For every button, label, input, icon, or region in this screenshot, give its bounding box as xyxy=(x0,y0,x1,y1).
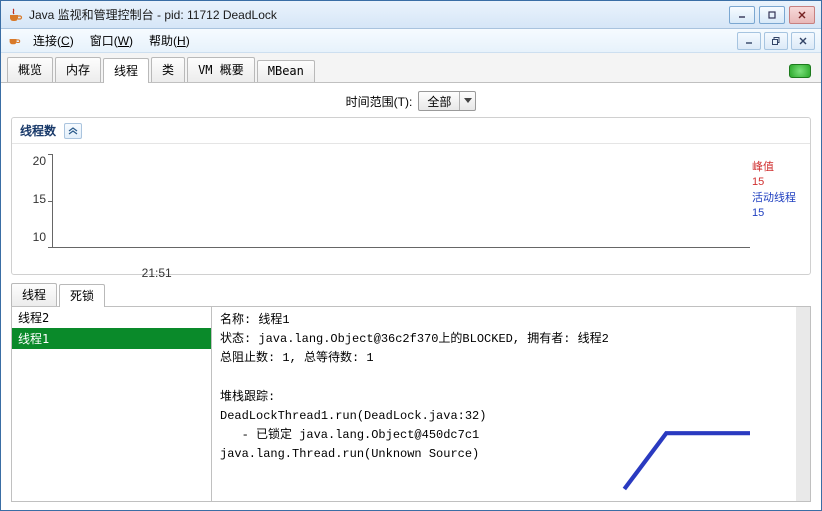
subtab-deadlock[interactable]: 死锁 xyxy=(59,284,105,307)
xtick: 21:51 xyxy=(142,266,172,280)
ytick: 15 xyxy=(33,192,46,206)
java-icon-small xyxy=(7,32,21,49)
y-axis: 20 15 10 xyxy=(12,144,52,274)
section-header: 线程数 xyxy=(12,118,810,144)
connection-status-icon xyxy=(789,64,811,78)
tab-overview[interactable]: 概览 xyxy=(7,57,53,82)
tab-threads[interactable]: 线程 xyxy=(103,58,149,83)
time-range-dropdown[interactable]: 全部 xyxy=(418,91,476,111)
chevron-up-icon xyxy=(68,127,78,135)
scroll-up-button[interactable]: ▲ xyxy=(796,307,810,321)
ytick: 10 xyxy=(33,230,46,244)
thread-chart: 20 15 10 21:51 xyxy=(12,144,810,274)
mdi-close-button[interactable] xyxy=(791,32,815,50)
menubar: 连接(C) 窗口(W) 帮助(H) xyxy=(1,29,821,53)
stack-line: - 已锁定 java.lang.Object@450dc7c1 xyxy=(220,426,788,445)
main-tabs: 概览 内存 线程 类 VM 概要 MBean xyxy=(1,53,821,83)
time-range-label: 时间范围(T): xyxy=(346,93,413,110)
collapse-button[interactable] xyxy=(64,123,82,139)
ytick: 20 xyxy=(33,154,46,168)
subtab-threads[interactable]: 线程 xyxy=(11,283,57,306)
name-label: 名称: xyxy=(220,313,251,327)
thread-detail: 名称: 线程1 状态: java.lang.Object@36c2f370上的B… xyxy=(212,307,810,501)
peak-label: 峰值 xyxy=(752,160,804,175)
chart-legend: 峰值 15 活动线程 15 xyxy=(750,144,810,274)
java-icon xyxy=(7,7,23,23)
scrollbar[interactable]: ▲ ▼ xyxy=(796,307,810,501)
tab-mbean[interactable]: MBean xyxy=(257,60,315,82)
menu-help[interactable]: 帮助(H) xyxy=(141,30,198,51)
mdi-minimize-button[interactable] xyxy=(737,32,761,50)
menu-connection[interactable]: 连接(C) xyxy=(25,30,82,51)
app-window: Java 监视和管理控制台 - pid: 11712 DeadLock 连接(C… xyxy=(0,0,822,511)
maximize-button[interactable] xyxy=(759,6,785,24)
peak-value: 15 xyxy=(752,175,804,190)
chevron-down-icon xyxy=(459,92,475,110)
close-button[interactable] xyxy=(789,6,815,24)
menu-window[interactable]: 窗口(W) xyxy=(82,30,141,51)
tab-memory[interactable]: 内存 xyxy=(55,57,101,82)
blocked-line: 总阻止数: 1, 总等待数: 1 xyxy=(220,349,788,368)
tab-classes[interactable]: 类 xyxy=(151,57,185,82)
stack-label: 堆栈跟踪: xyxy=(220,388,788,407)
threads-panel: 时间范围(T): 全部 线程数 20 15 10 xyxy=(1,83,821,510)
live-label: 活动线程 xyxy=(752,191,804,206)
stack-line: java.lang.Thread.run(Unknown Source) xyxy=(220,445,788,464)
state-label: 状态: xyxy=(220,332,251,346)
time-range-value: 全部 xyxy=(419,93,459,110)
titlebar: Java 监视和管理控制台 - pid: 11712 DeadLock xyxy=(1,1,821,29)
section-title: 线程数 xyxy=(20,122,56,139)
stack-line: DeadLockThread1.run(DeadLock.java:32) xyxy=(220,407,788,426)
thread-count-section: 线程数 20 15 10 xyxy=(11,117,811,275)
state-value: java.lang.Object@36c2f370上的BLOCKED, 拥有者:… xyxy=(258,332,608,346)
minimize-button[interactable] xyxy=(729,6,755,24)
tab-vmsummary[interactable]: VM 概要 xyxy=(187,57,255,82)
time-range-toolbar: 时间范围(T): 全部 xyxy=(1,83,821,117)
name-value: 线程1 xyxy=(258,313,289,327)
mdi-restore-button[interactable] xyxy=(764,32,788,50)
live-value: 15 xyxy=(752,206,804,221)
plot-area: 21:51 xyxy=(52,154,750,268)
window-title: Java 监视和管理控制台 - pid: 11712 DeadLock xyxy=(29,6,725,23)
scroll-down-button[interactable]: ▼ xyxy=(796,487,810,501)
scroll-thumb[interactable] xyxy=(796,323,810,403)
